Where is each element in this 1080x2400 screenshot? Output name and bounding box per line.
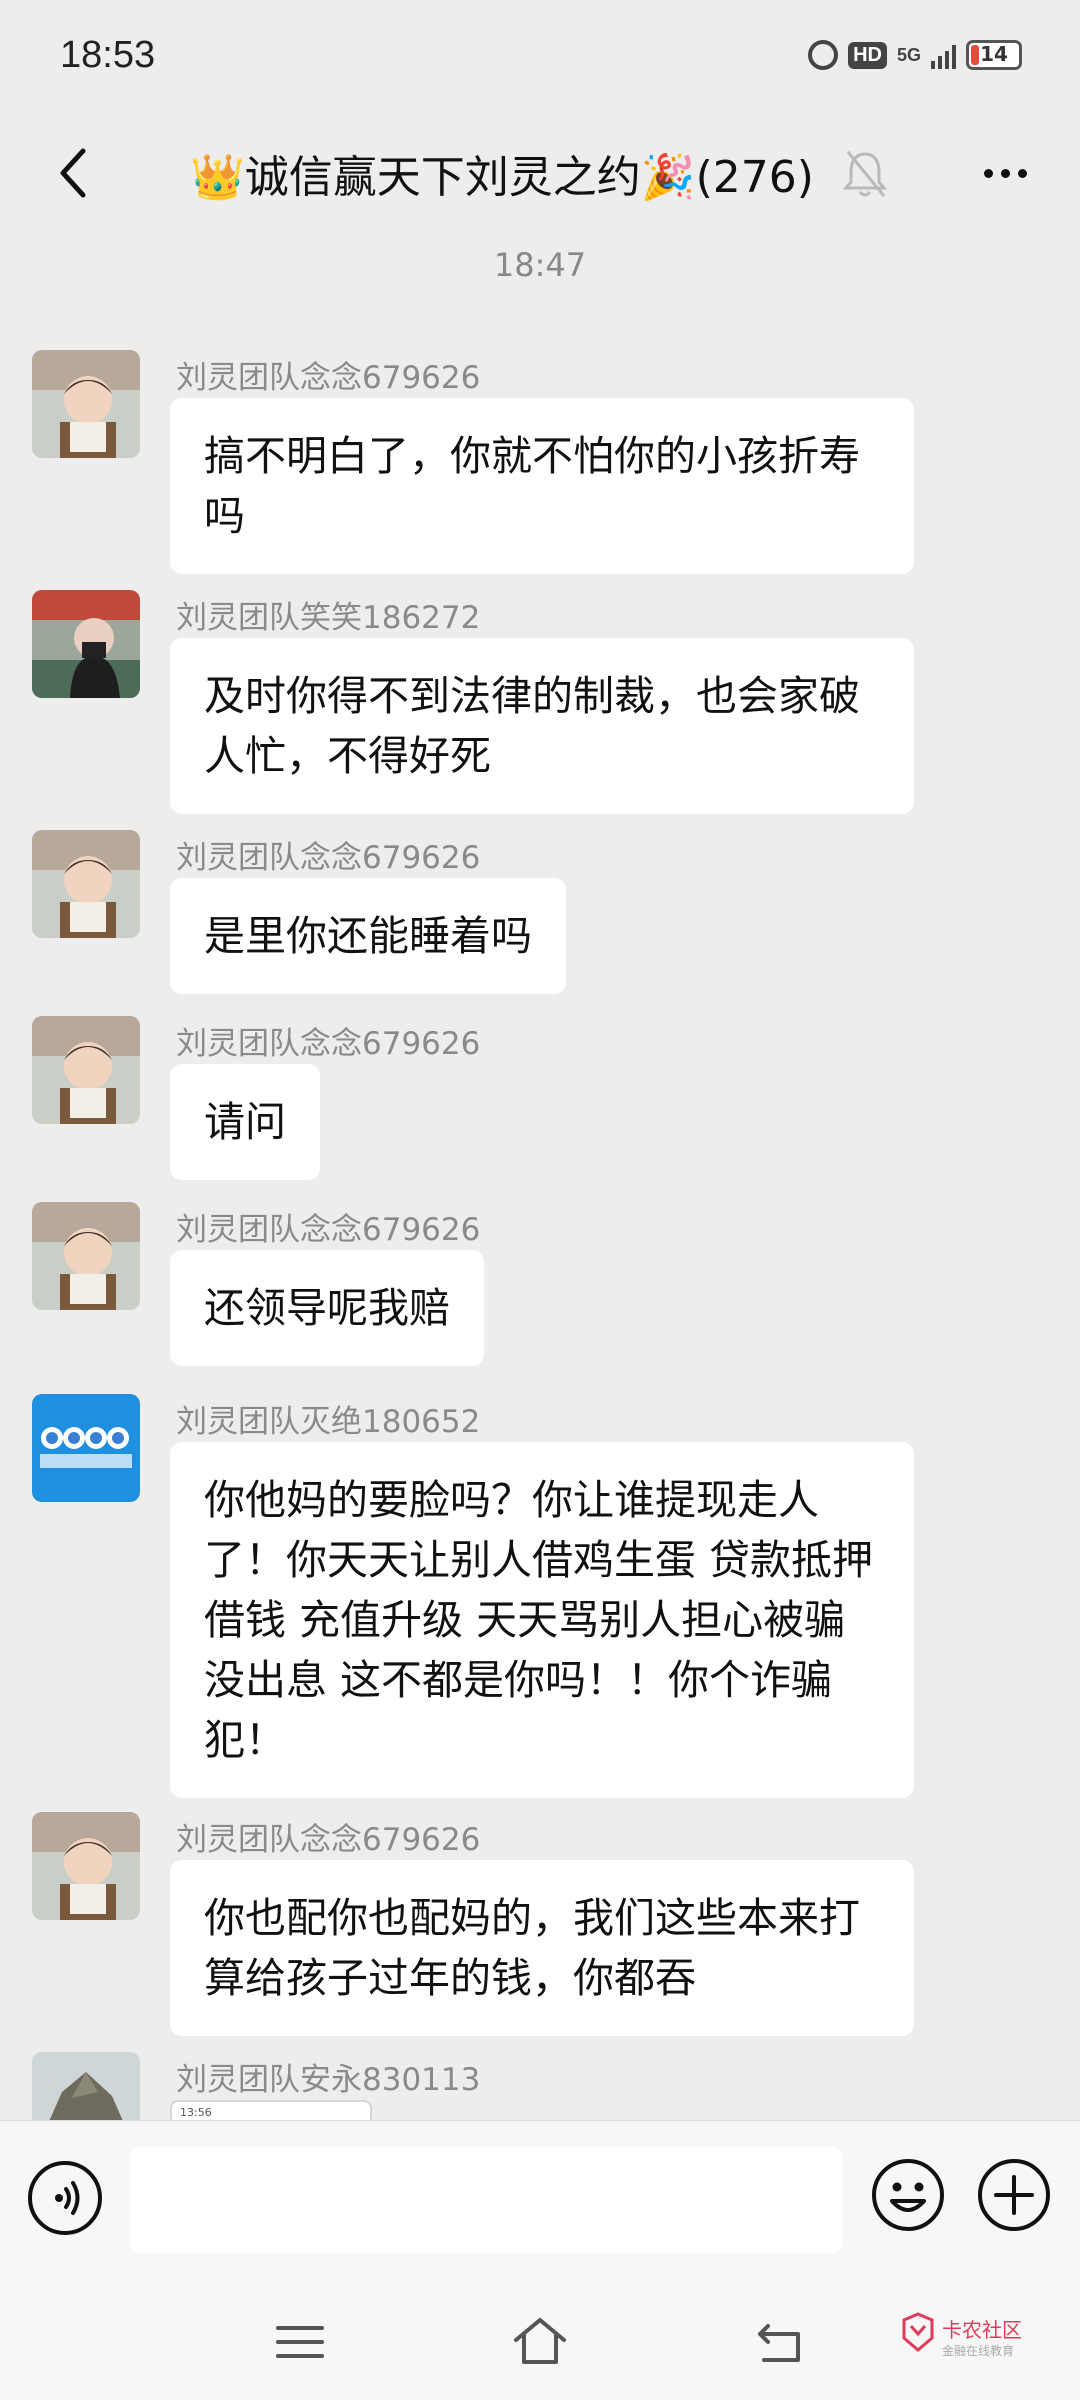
watermark-brand: 卡农社区 <box>942 2318 1022 2342</box>
avatar[interactable] <box>32 830 140 938</box>
message-bubble[interactable]: 搞不明白了，你就不怕你的小孩折寿吗 <box>170 398 914 574</box>
avatar[interactable] <box>32 1812 140 1920</box>
sender-name: 刘灵团队笑笑186272 <box>176 600 481 636</box>
message-bubble[interactable]: 还领导呢我赔 <box>170 1250 484 1366</box>
mute-bell-icon <box>842 151 888 197</box>
watermark-logo-icon <box>902 2312 934 2352</box>
sender-name: 刘灵团队念念679626 <box>176 1822 481 1858</box>
message-bubble[interactable]: 及时你得不到法律的制裁，也会家破人忙，不得好死 <box>170 638 914 814</box>
network-label: 5G <box>896 45 921 65</box>
group-title: 👑诚信赢天下刘灵之约🎉(276) <box>190 152 814 203</box>
avatar[interactable] <box>32 1016 140 1124</box>
input-bar <box>0 2120 1080 2283</box>
watermark-subtitle: 金融在线教育 <box>942 2344 1015 2358</box>
signal-icon <box>931 41 956 69</box>
menu-icon[interactable] <box>270 2312 330 2372</box>
emoji-button[interactable] <box>870 2157 946 2233</box>
avatar[interactable] <box>32 350 140 458</box>
avatar[interactable] <box>32 1394 140 1502</box>
image-message[interactable]: 13:56 <box>170 2100 372 2120</box>
message-bubble[interactable]: 你也配你也配妈的，我们这些本来打算给孩子过年的钱，你都吞 <box>170 1860 914 2036</box>
sender-name: 刘灵团队念念679626 <box>176 1212 481 1248</box>
avatar[interactable] <box>32 2052 140 2120</box>
status-icons: HD 5G 14 <box>808 40 1022 70</box>
sender-name: 刘灵团队安永830113 <box>176 2062 481 2098</box>
message-bubble[interactable]: 请问 <box>170 1064 320 1180</box>
system-navigation-bar: 卡农社区 金融在线教育 <box>0 2282 1080 2400</box>
chat-message-list[interactable]: 18:47 刘灵团队念念679626 搞不明白了，你就不怕你的小孩折寿吗 刘灵团… <box>0 228 1080 2120</box>
hd-icon: HD <box>848 41 887 69</box>
home-icon[interactable] <box>510 2312 570 2372</box>
avatar[interactable] <box>32 1202 140 1310</box>
battery-level: 14 <box>980 42 1008 66</box>
voice-input-button[interactable] <box>28 2161 102 2235</box>
battery-icon: 14 <box>966 40 1022 70</box>
message-input[interactable] <box>130 2147 842 2253</box>
watermark: 卡农社区 金融在线教育 <box>900 2308 1060 2378</box>
time-separator: 18:47 <box>493 246 587 284</box>
image-status-time: 13:56 <box>180 2106 212 2119</box>
back-nav-icon[interactable] <box>750 2312 810 2372</box>
back-button[interactable] <box>38 138 108 208</box>
message-bubble[interactable]: 你他妈的要脸吗？你让谁提现走人了！你天天让别人借鸡生蛋 贷款抵押借钱 充值升级 … <box>170 1442 914 1798</box>
more-functions-button[interactable] <box>976 2157 1052 2233</box>
sender-name: 刘灵团队念念679626 <box>176 1026 481 1062</box>
more-options-button[interactable] <box>970 138 1040 208</box>
chevron-left-icon <box>60 148 86 198</box>
avatar[interactable] <box>32 590 140 698</box>
message-bubble[interactable]: 是里你还能睡着吗 <box>170 878 566 994</box>
sender-name: 刘灵团队念念679626 <box>176 840 481 876</box>
5g-icon: 5G <box>897 46 921 64</box>
chat-header: 👑诚信赢天下刘灵之约🎉(276) <box>0 118 1080 228</box>
sender-name: 刘灵团队念念679626 <box>176 360 481 396</box>
sender-name: 刘灵团队灭绝180652 <box>176 1404 481 1440</box>
status-time: 18:53 <box>60 34 156 76</box>
alarm-icon <box>808 40 839 70</box>
status-bar: 18:53 HD 5G 14 <box>0 0 1080 118</box>
voice-icon <box>55 2181 80 2215</box>
